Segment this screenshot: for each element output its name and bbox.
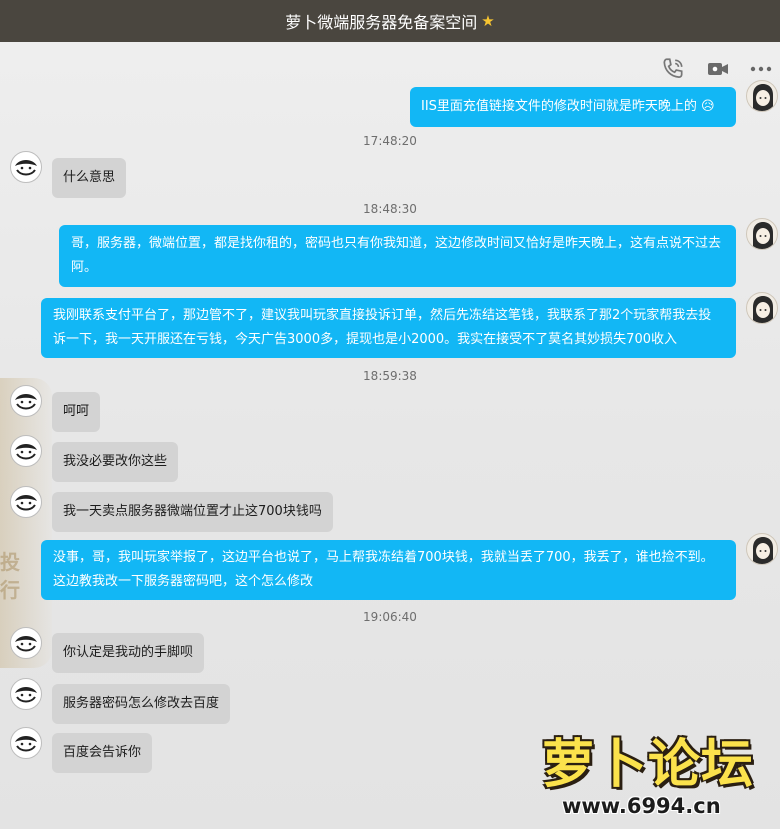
avatar-peer-icon [12, 488, 40, 516]
timestamp: 17:48:20 [363, 134, 417, 148]
avatar-peer-icon [12, 437, 40, 465]
avatar-peer-icon [12, 729, 40, 757]
video-icon[interactable] [705, 56, 731, 82]
message-bubble[interactable]: 我一天卖点服务器微端位置才止这700块钱吗 [52, 492, 333, 532]
side-text-1: 投 [0, 550, 20, 574]
message-text: 什么意思 [63, 170, 116, 185]
window-title-bar: 萝卜微端服务器免备案空间 ★ [0, 0, 780, 42]
avatar-peer-icon [12, 387, 40, 415]
avatar-peer-icon [12, 153, 40, 181]
message-bubble[interactable]: 百度会告诉你 [52, 733, 153, 773]
watermark-title: 萝卜论坛 [542, 735, 755, 795]
message-text: 我没必要改你这些 [63, 454, 168, 469]
message-bubble[interactable]: 我刚联系支付平台了，那边管不了，建议我叫玩家直接投诉订单，然后先冻结这笔钱，我联… [41, 298, 736, 358]
message-text: 没事，哥，我叫玩家举报了，这边平台也说了，马上帮我冻结着700块钱，我就当丢了7… [53, 550, 714, 589]
message-bubble[interactable]: 我没必要改你这些 [52, 442, 179, 482]
star-icon: ★ [481, 12, 495, 30]
message-text: 呵呵 [63, 404, 90, 419]
message-text: 哥，服务器，微端位置，都是找你租的，密码也只有你我知道，这边修改时间又恰好是昨天… [71, 236, 722, 275]
avatar-peer[interactable] [10, 486, 42, 518]
avatar-self[interactable] [746, 80, 778, 112]
avatar-peer[interactable] [10, 627, 42, 659]
avatar-peer[interactable] [10, 678, 42, 710]
avatar-peer[interactable] [10, 385, 42, 417]
message-text: 你认定是我动的手脚呗 [63, 645, 194, 660]
avatar-self[interactable] [746, 218, 778, 250]
more-icon[interactable] [748, 56, 774, 82]
side-text-2: 行 [0, 578, 20, 602]
message-text: IIS里面充值链接文件的修改时间就是昨天晚上的 😥 [421, 99, 715, 114]
message-bubble[interactable]: 服务器密码怎么修改去百度 [52, 684, 231, 724]
avatar-self[interactable] [746, 292, 778, 324]
message-text: 百度会告诉你 [63, 745, 142, 760]
site-watermark: 萝卜论坛 www.6994.cn [528, 722, 780, 829]
avatar-peer-icon [12, 629, 40, 657]
phone-icon[interactable] [660, 56, 686, 82]
message-text: 我一天卖点服务器微端位置才止这700块钱吗 [63, 504, 322, 519]
message-bubble[interactable]: 哥，服务器，微端位置，都是找你租的，密码也只有你我知道，这边修改时间又恰好是昨天… [59, 225, 736, 287]
background-decoration: 投 行 [0, 378, 52, 668]
avatar-peer[interactable] [10, 727, 42, 759]
avatar-peer-icon [12, 680, 40, 708]
message-bubble[interactable]: 什么意思 [52, 158, 127, 198]
message-text: 我刚联系支付平台了，那边管不了，建议我叫玩家直接投诉订单，然后先冻结这笔钱，我联… [53, 308, 712, 347]
message-text: 服务器密码怎么修改去百度 [63, 696, 220, 711]
avatar-peer[interactable] [10, 151, 42, 183]
avatar-peer[interactable] [10, 435, 42, 467]
timestamp: 18:59:38 [363, 369, 417, 383]
message-bubble[interactable]: 没事，哥，我叫玩家举报了，这边平台也说了，马上帮我冻结着700块钱，我就当丢了7… [41, 540, 736, 600]
timestamp: 19:06:40 [363, 610, 417, 624]
window-title: 萝卜微端服务器免备案空间 [285, 13, 478, 32]
message-bubble[interactable]: 你认定是我动的手脚呗 [52, 633, 205, 673]
message-bubble[interactable]: IIS里面充值链接文件的修改时间就是昨天晚上的 😥 [410, 87, 736, 127]
timestamp: 18:48:30 [363, 202, 417, 216]
watermark-url: www.6994.cn [562, 794, 721, 818]
message-bubble[interactable]: 呵呵 [52, 392, 101, 432]
avatar-self[interactable] [746, 533, 778, 565]
